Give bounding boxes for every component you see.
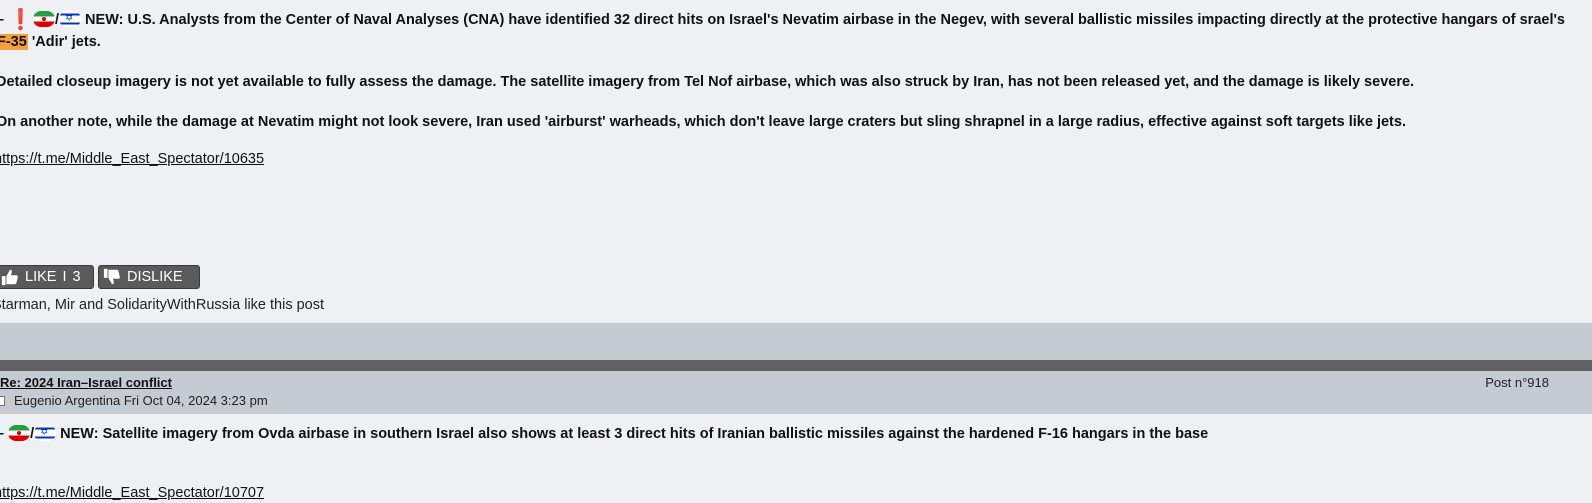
- like-count: 3: [72, 269, 81, 285]
- post-author-date: Eugenio Argentina Fri Oct 04, 2024 3:23 …: [14, 393, 268, 408]
- post-header: Re: 2024 Iran–Israel conflict Eugenio Ar…: [0, 371, 1592, 414]
- post-number: Post n°918: [1485, 375, 1549, 390]
- intro-tail: 'Adir' jets.: [27, 34, 101, 50]
- thumbs-down-icon: [103, 268, 120, 285]
- source-link[interactable]: https://t.me/Middle_East_Spectator/10635: [0, 151, 264, 167]
- like-button[interactable]: LIKE I 3: [0, 265, 94, 289]
- iran-flag-icon: [33, 11, 55, 27]
- iran-flag-icon: [8, 425, 31, 441]
- dash: –: [0, 426, 8, 442]
- thumbs-up-icon: [1, 269, 18, 286]
- post-divider: [0, 360, 1592, 371]
- post-intro-paragraph: – ❗/ NEW: U.S. Analysts from the Center …: [0, 8, 1566, 53]
- intro-text: NEW: Satellite imagery from Ovda airbase…: [56, 426, 1209, 442]
- like-label: LIKE: [25, 269, 57, 285]
- dash: –: [0, 12, 8, 28]
- intro-text: NEW: U.S. Analysts from the Center of Na…: [81, 12, 1565, 28]
- post-paragraph: Detailed closeup imagery is not yet avai…: [0, 74, 1415, 90]
- post-title-link[interactable]: Re: 2024 Iran–Israel conflict: [0, 375, 172, 390]
- exclamation-icon: ❗: [8, 7, 33, 31]
- post-body: – ❗/ NEW: U.S. Analysts from the Center …: [0, 0, 1592, 323]
- dislike-button[interactable]: DISLIKE: [98, 265, 200, 289]
- post-intro-paragraph: – / NEW: Satellite imagery from Ovda air…: [0, 423, 1566, 445]
- like-separator: I: [62, 269, 67, 285]
- source-link[interactable]: https://t.me/Middle_East_Spectator/10707: [0, 485, 264, 501]
- post-footer-band: [0, 323, 1592, 360]
- likers-list: Starman, Mir and SolidarityWithRussia li…: [0, 297, 325, 313]
- post-icon: [0, 395, 5, 406]
- israel-flag-icon: [34, 425, 57, 441]
- highlighted-term: F-35: [0, 34, 28, 50]
- dislike-label: DISLIKE: [127, 269, 183, 285]
- post-paragraph: On another note, while the damage at Nev…: [0, 114, 1406, 130]
- post-meta: Eugenio Argentina Fri Oct 04, 2024 3:23 …: [0, 393, 268, 408]
- israel-flag-icon: [59, 11, 82, 27]
